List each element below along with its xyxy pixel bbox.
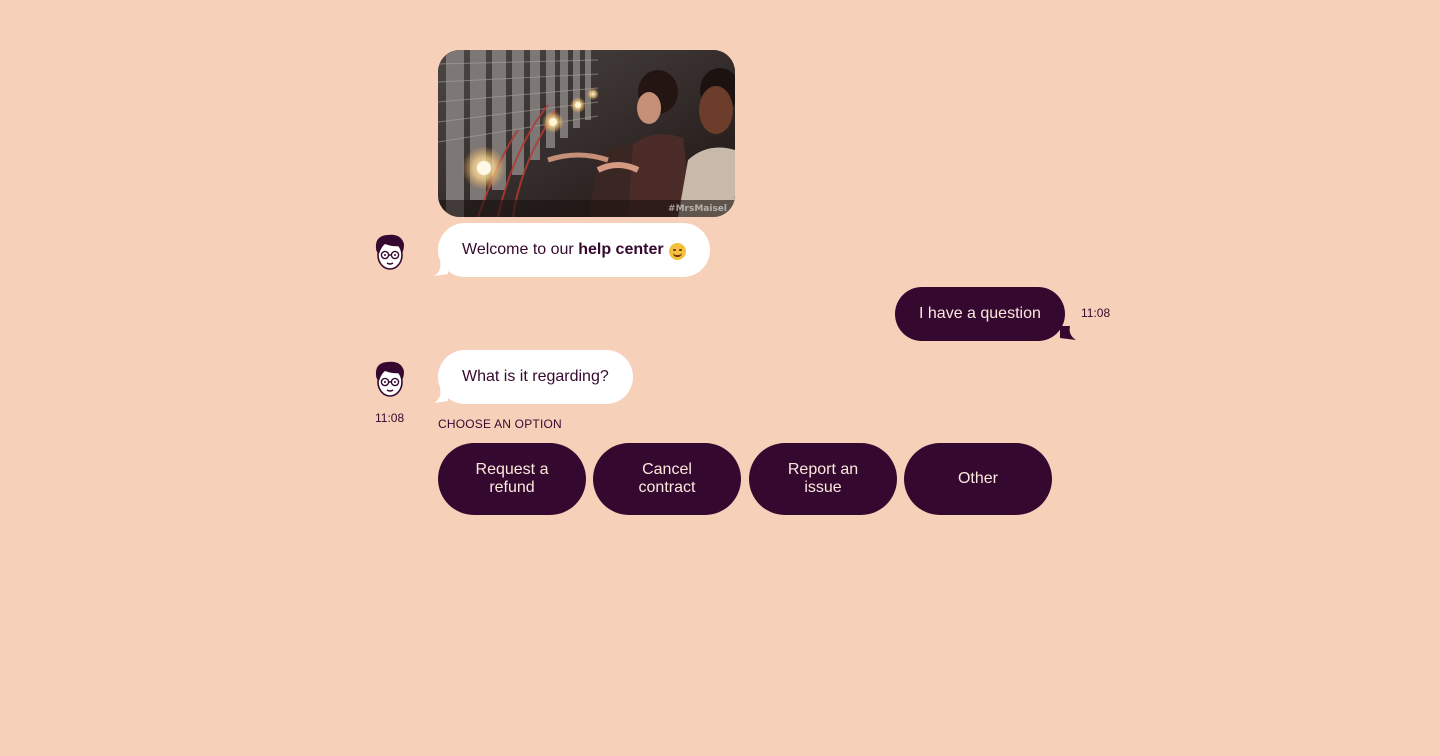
option-cancel-contract-button[interactable]: Cancel contract (593, 443, 741, 515)
user-message-time: 11:08 (1081, 306, 1111, 320)
bot-face-icon (375, 361, 404, 397)
option-label: Request a refund (475, 461, 549, 496)
question-message-text: What is it regarding? (462, 368, 609, 385)
welcome-text: Welcome to our (462, 241, 579, 258)
gif-watermark: #MrsMaisel (668, 204, 727, 214)
bot-avatar (371, 232, 409, 272)
chat-window: #MrsMaisel Welcome to our help center I … (0, 0, 1440, 756)
bot-message-time: 11:08 (375, 411, 405, 425)
option-request-refund-button[interactable]: Request a refund (438, 443, 586, 515)
option-label: Report an issue (787, 461, 859, 496)
option-other-button[interactable]: Other (904, 443, 1052, 515)
bubble-tail (1060, 326, 1076, 340)
hugging-face-emoji-icon (668, 242, 686, 260)
option-label: Other (957, 470, 998, 487)
gif-image[interactable]: #MrsMaisel (438, 50, 735, 217)
option-report-issue-button[interactable]: Report an issue (749, 443, 897, 515)
welcome-bold-text: help center (578, 241, 664, 258)
user-message-text: I have a question (919, 305, 1041, 322)
welcome-message: Welcome to our help center (438, 223, 710, 277)
question-message: What is it regarding? (438, 350, 633, 404)
switchboard-operators-image (438, 50, 735, 217)
choose-option-label: CHOOSE AN OPTION (438, 417, 562, 431)
bot-avatar (371, 359, 409, 399)
user-message: I have a question (895, 287, 1065, 341)
bot-face-icon (375, 234, 404, 270)
option-label: Cancel contract (638, 461, 696, 496)
